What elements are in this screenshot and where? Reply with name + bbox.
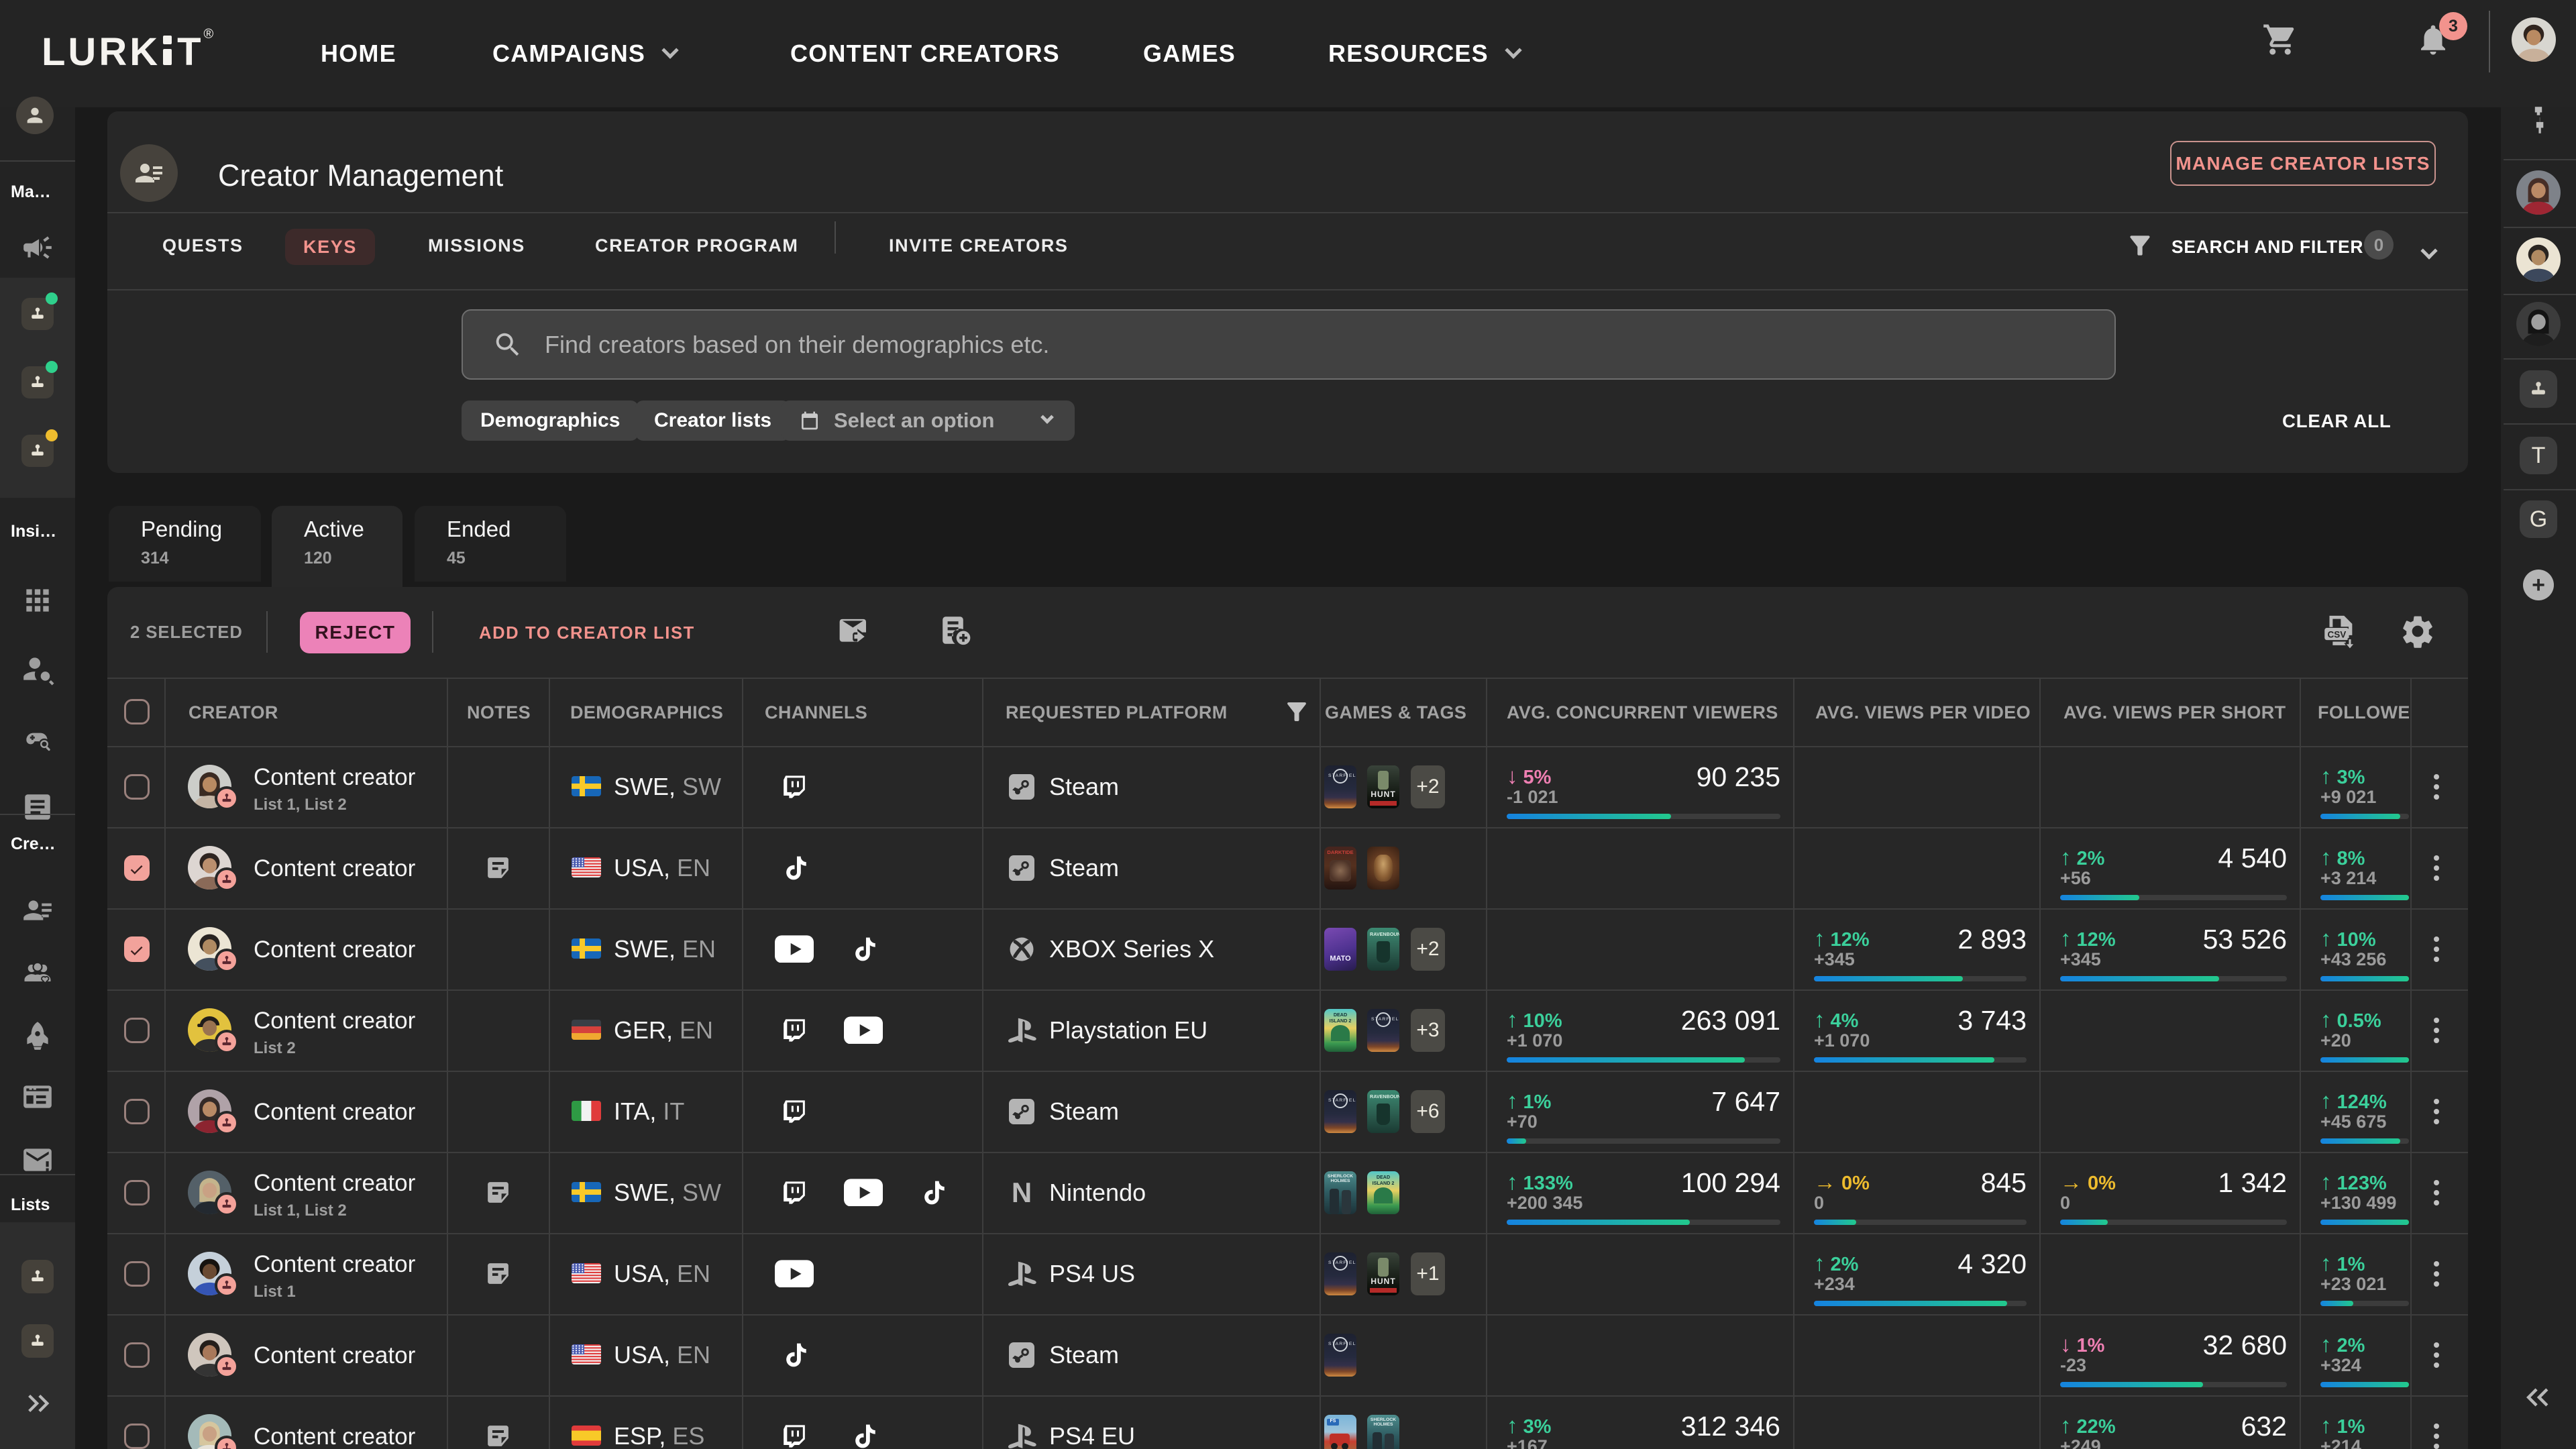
svg-text:CSV: CSV bbox=[2327, 630, 2346, 640]
